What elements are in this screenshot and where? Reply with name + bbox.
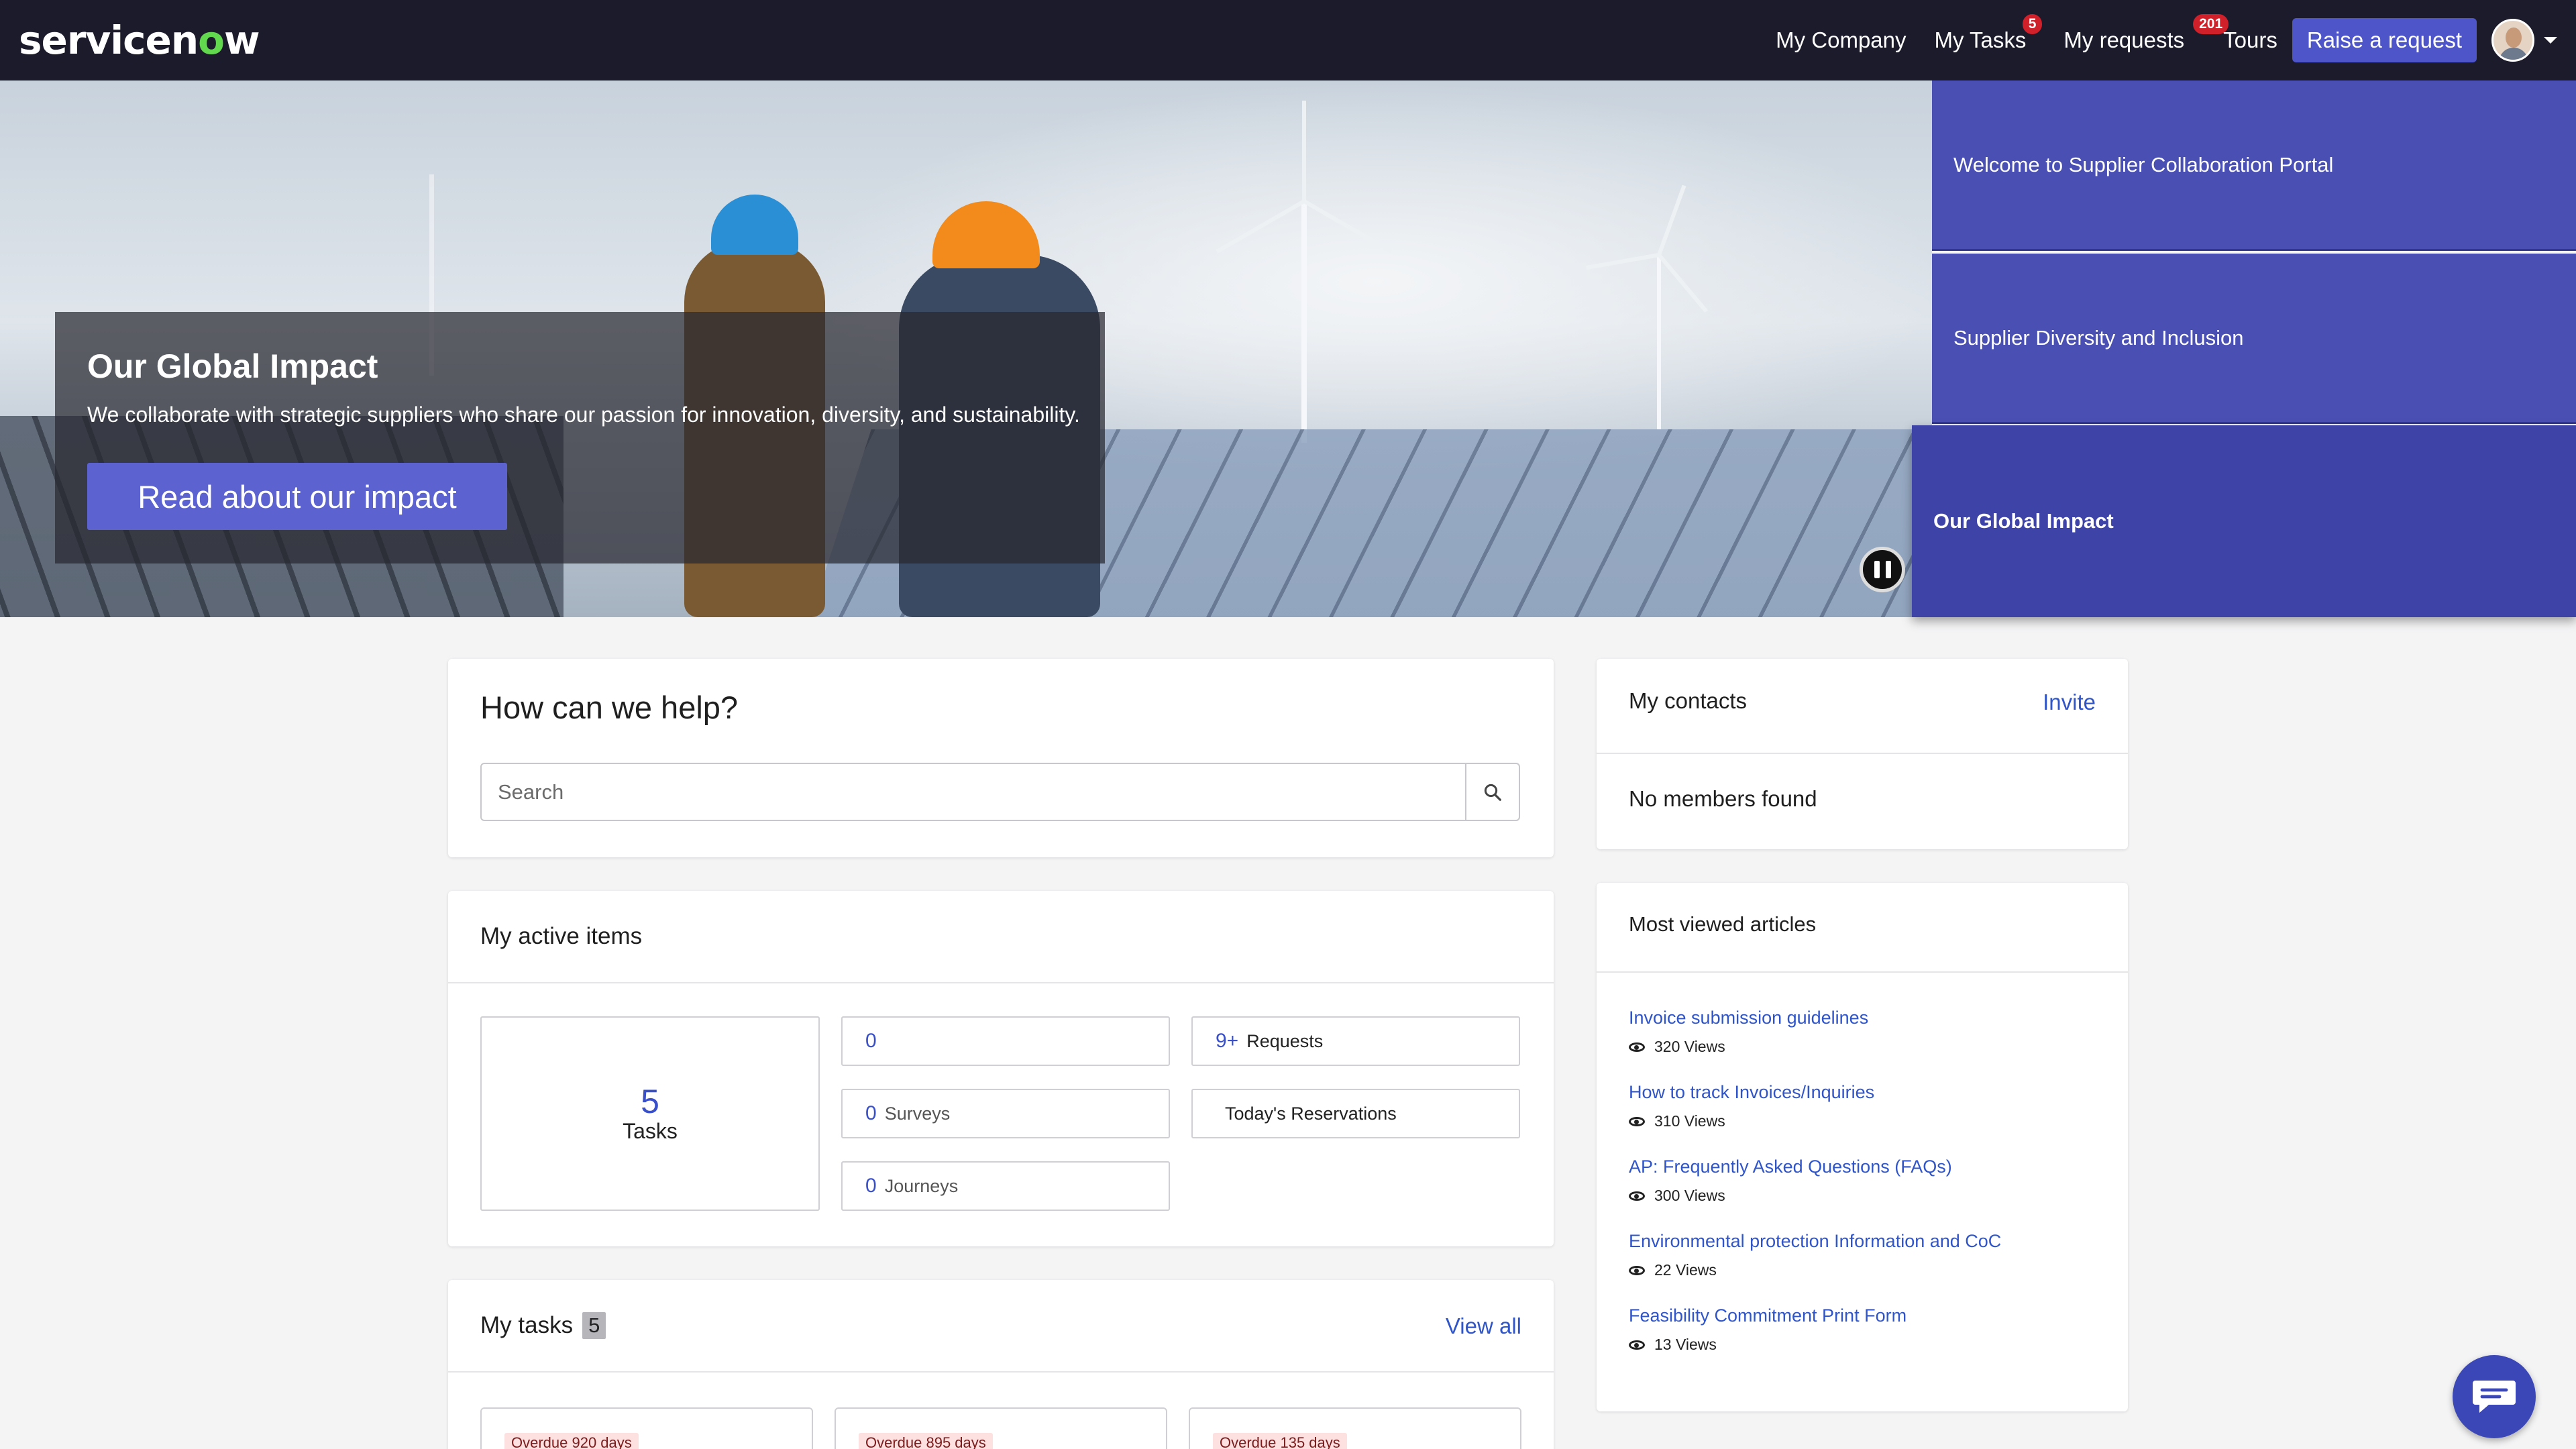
- help-card: How can we help?: [448, 659, 1554, 857]
- article-views: 310 Views: [1654, 1112, 1725, 1130]
- contacts-title: My contacts: [1629, 688, 1748, 713]
- surveys-tile[interactable]: 0 Surveys: [841, 1089, 1170, 1138]
- article-views: 22 Views: [1654, 1261, 1717, 1279]
- servicenow-logo[interactable]: servicenow: [19, 17, 260, 63]
- carousel-pause-icon[interactable]: [1860, 547, 1905, 592]
- reservations-tile[interactable]: Today's Reservations: [1191, 1089, 1520, 1138]
- my-tasks-header: My tasks 5 View all: [448, 1280, 1554, 1373]
- search-button[interactable]: [1465, 764, 1519, 820]
- active-items-card: My active items 5 Tasks 0 9+ Requests 0 Su…: [448, 891, 1554, 1246]
- carousel-slide-diversity[interactable]: Supplier Diversity and Inclusion: [1932, 254, 2576, 424]
- article-views: 320 Views: [1654, 1038, 1725, 1055]
- hero-overlay: Our Global Impact We collaborate with st…: [55, 312, 1105, 564]
- search-icon: [1484, 784, 1501, 801]
- overdue-badge: Overdue 920 days: [504, 1433, 639, 1449]
- hero-title: Our Global Impact: [87, 347, 378, 385]
- nav-my-tasks[interactable]: My Tasks 5: [1935, 14, 2043, 53]
- hero-description: We collaborate with strategic suppliers …: [87, 402, 1080, 427]
- overdue-badge: Overdue 135 days: [1213, 1433, 1347, 1449]
- task-card[interactable]: Overdue 895 days: [835, 1407, 1167, 1449]
- chat-bubble-icon: [2473, 1381, 2516, 1413]
- tasks-tile[interactable]: 5 Tasks: [480, 1016, 820, 1211]
- nav-links: My Company My Tasks 5 My requests 201 To…: [1776, 0, 2576, 80]
- active-items-header: My active items: [448, 891, 1554, 983]
- eye-icon: [1629, 1116, 1645, 1126]
- article-link[interactable]: How to track Invoices/Inquiries: [1629, 1082, 1874, 1103]
- no-members-text: No members found: [1629, 786, 1817, 811]
- nav-my-requests[interactable]: My requests 201: [2063, 14, 2229, 53]
- task-card[interactable]: Overdue 920 days: [480, 1407, 813, 1449]
- user-menu-chevron-down-icon[interactable]: [2544, 37, 2557, 44]
- article-link[interactable]: Invoice submission guidelines: [1629, 1008, 1868, 1028]
- eye-icon: [1629, 1042, 1645, 1052]
- article-views: 13 Views: [1654, 1336, 1717, 1353]
- most-viewed-articles-card: Most viewed articles Invoice submission …: [1597, 883, 2128, 1411]
- eye-icon: [1629, 1265, 1645, 1275]
- carousel-slide-welcome[interactable]: Welcome to Supplier Collaboration Portal: [1932, 80, 2576, 251]
- my-tasks-title: My tasks 5: [480, 1312, 606, 1339]
- article-link[interactable]: Feasibility Commitment Print Form: [1629, 1305, 1907, 1326]
- chat-button[interactable]: [2453, 1355, 2536, 1438]
- article-link[interactable]: Environmental protection Information and…: [1629, 1231, 2001, 1252]
- article-link[interactable]: AP: Frequently Asked Questions (FAQs): [1629, 1157, 1952, 1177]
- articles-title: Most viewed articles: [1629, 912, 1817, 936]
- article-item: Invoice submission guidelines 320 Views: [1629, 1008, 1868, 1056]
- task-card[interactable]: Overdue 135 days: [1189, 1407, 1521, 1449]
- view-all-tasks-link[interactable]: View all: [1446, 1313, 1521, 1339]
- search-box: [480, 763, 1520, 821]
- article-item: AP: Frequently Asked Questions (FAQs) 30…: [1629, 1157, 1952, 1205]
- active-items-title: My active items: [480, 923, 643, 949]
- my-tasks-card: My tasks 5 View all Overdue 920 days Over…: [448, 1280, 1554, 1449]
- articles-header: Most viewed articles: [1597, 883, 2128, 973]
- article-item: Feasibility Commitment Print Form 13 Vie…: [1629, 1305, 1907, 1354]
- approvals-tile[interactable]: 0: [841, 1016, 1170, 1066]
- article-item: How to track Invoices/Inquiries 310 View…: [1629, 1082, 1874, 1130]
- help-title: How can we help?: [480, 690, 739, 725]
- my-tasks-badge: 5: [2022, 14, 2043, 34]
- eye-icon: [1629, 1191, 1645, 1201]
- read-impact-button[interactable]: Read about our impact: [87, 463, 507, 530]
- overdue-badge: Overdue 895 days: [859, 1433, 993, 1449]
- carousel-slide-global-impact[interactable]: Our Global Impact: [1912, 425, 2576, 617]
- article-views: 300 Views: [1654, 1187, 1725, 1204]
- requests-tile[interactable]: 9+ Requests: [1191, 1016, 1520, 1066]
- search-input[interactable]: [482, 764, 1465, 820]
- raise-request-button[interactable]: Raise a request: [2292, 18, 2477, 62]
- my-tasks-count: 5: [582, 1312, 606, 1339]
- user-avatar[interactable]: [2491, 19, 2534, 62]
- contacts-header: My contacts Invite: [1597, 659, 2128, 754]
- article-item: Environmental protection Information and…: [1629, 1231, 2001, 1279]
- invite-link[interactable]: Invite: [2043, 690, 2096, 715]
- eye-icon: [1629, 1340, 1645, 1350]
- journeys-tile[interactable]: 0 Journeys: [841, 1161, 1170, 1211]
- nav-my-company[interactable]: My Company: [1776, 28, 1906, 53]
- top-navigation: servicenow My Company My Tasks 5 My requ…: [0, 0, 2576, 80]
- contacts-card: My contacts Invite No members found: [1597, 659, 2128, 849]
- nav-tours[interactable]: Tours: [2223, 28, 2277, 53]
- hero-banner: Our Global Impact We collaborate with st…: [0, 80, 1932, 617]
